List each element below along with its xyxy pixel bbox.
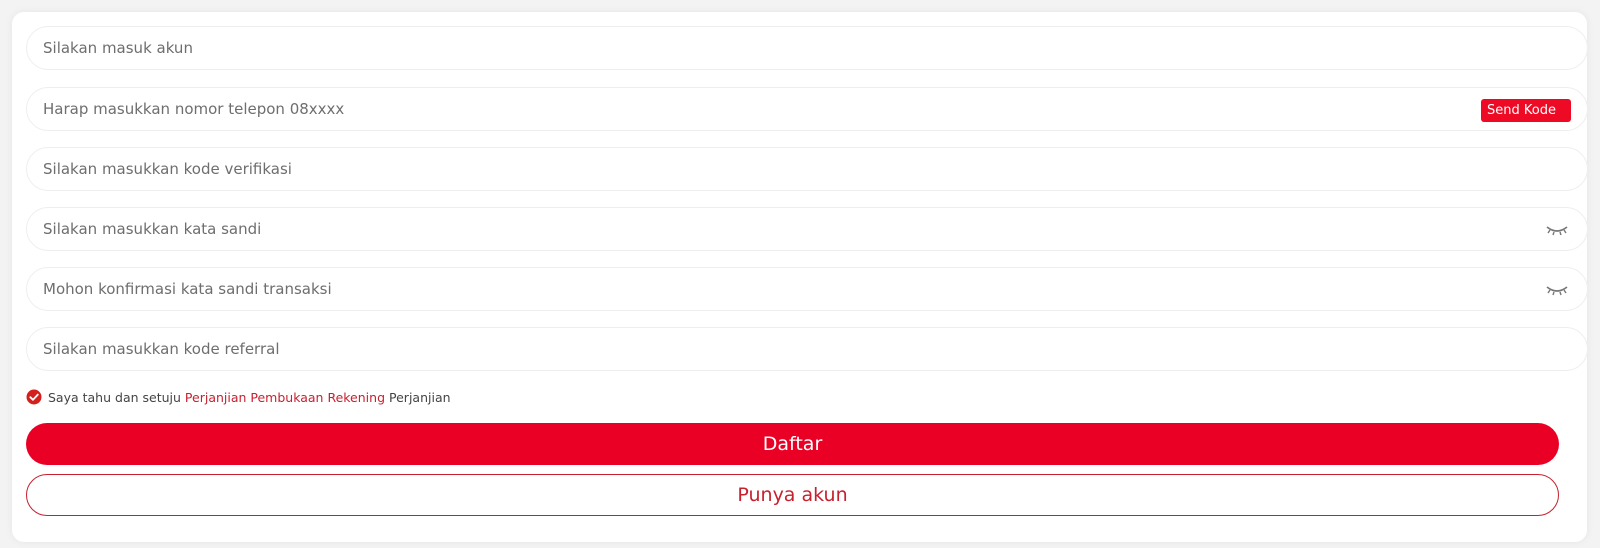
- phone-field[interactable]: Send Kode: [26, 87, 1588, 131]
- send-code-button[interactable]: Send Kode: [1481, 99, 1571, 122]
- agreement-text: Saya tahu dan setuju: [48, 389, 181, 405]
- register-card: Send Kode Saya tahu dan set: [12, 12, 1588, 542]
- verification-code-input[interactable]: [43, 148, 1423, 190]
- account-input[interactable]: [43, 27, 1423, 69]
- verification-code-field[interactable]: [26, 147, 1588, 191]
- transaction-password-field[interactable]: [26, 267, 1588, 311]
- phone-input[interactable]: [43, 88, 1423, 130]
- agreement-link[interactable]: Perjanjian Pembukaan Rekening: [185, 390, 385, 405]
- password-field[interactable]: [26, 207, 1588, 251]
- referral-code-input[interactable]: [43, 328, 1423, 370]
- eye-closed-icon[interactable]: [1545, 282, 1569, 298]
- password-input[interactable]: [43, 208, 1423, 250]
- transaction-password-input[interactable]: [43, 268, 1423, 310]
- have-account-button[interactable]: Punya akun: [26, 474, 1559, 516]
- account-field[interactable]: [26, 26, 1588, 70]
- agreement-suffix: Perjanjian: [389, 389, 451, 405]
- check-circle-icon[interactable]: [26, 389, 42, 405]
- referral-code-field[interactable]: [26, 327, 1588, 371]
- agreement-row: Saya tahu dan setuju Perjanjian Pembukaa…: [26, 387, 451, 407]
- eye-closed-icon[interactable]: [1545, 222, 1569, 238]
- register-button[interactable]: Daftar: [26, 423, 1559, 465]
